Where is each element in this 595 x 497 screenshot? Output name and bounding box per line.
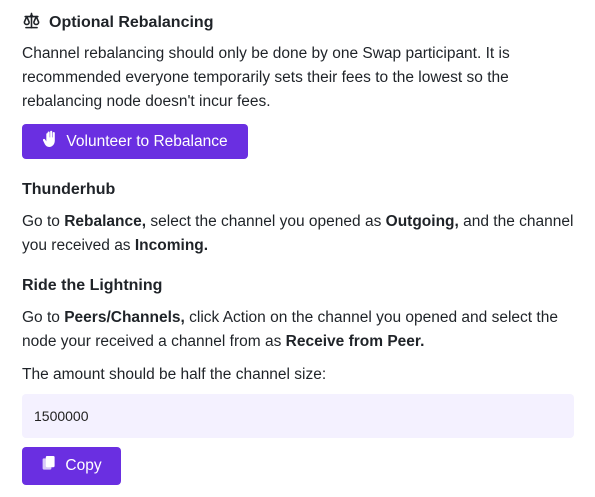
copy-button-label: Copy bbox=[65, 457, 102, 474]
emphasis: Incoming. bbox=[134, 237, 209, 254]
amount-label: The amount should be half the channel si… bbox=[22, 366, 327, 383]
text: Go to bbox=[22, 213, 65, 230]
emphasis: Outgoing, bbox=[385, 213, 459, 230]
rtl-instructions: Go to Peers/Channels, click Action on th… bbox=[22, 306, 577, 354]
amount-field[interactable]: 1500000 bbox=[22, 394, 574, 438]
text: Go to bbox=[22, 309, 65, 326]
rtl-heading: Ride the Lightning bbox=[22, 277, 163, 294]
intro-text: Channel rebalancing should only be done … bbox=[22, 45, 510, 110]
emphasis: Rebalance, bbox=[64, 213, 147, 230]
emphasis: Peers/Channels, bbox=[64, 309, 185, 326]
volunteer-to-rebalance-button[interactable]: Volunteer to Rebalance bbox=[22, 124, 248, 159]
scale-balance-icon bbox=[22, 11, 41, 35]
emphasis: Receive from Peer. bbox=[285, 333, 425, 350]
text: select the channel you opened as bbox=[146, 213, 386, 230]
copy-button[interactable]: Copy bbox=[22, 447, 121, 485]
section-title: Optional Rebalancing bbox=[49, 14, 214, 31]
thunderhub-heading: Thunderhub bbox=[22, 181, 116, 198]
raised-hand-icon bbox=[42, 130, 58, 153]
section-header: Optional Rebalancing bbox=[22, 12, 213, 34]
rebalancing-panel: Optional Rebalancing Channel rebalancing… bbox=[0, 0, 595, 497]
volunteer-button-label: Volunteer to Rebalance bbox=[66, 132, 228, 150]
thunderhub-instructions: Go to Rebalance, select the channel you … bbox=[22, 210, 577, 258]
copy-icon bbox=[41, 455, 57, 478]
amount-value[interactable]: 1500000 bbox=[34, 408, 89, 424]
